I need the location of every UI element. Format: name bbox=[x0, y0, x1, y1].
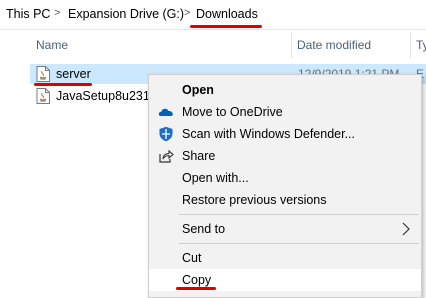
file-name: JavaSetup8u231 bbox=[56, 89, 150, 103]
menu-item-send-to[interactable]: Send to bbox=[149, 218, 421, 240]
menu-item-share[interactable]: Share bbox=[149, 145, 421, 167]
annotation-underline-copy bbox=[176, 287, 216, 290]
java-file-icon bbox=[36, 66, 50, 82]
column-header-date-modified[interactable]: Date modified bbox=[297, 38, 371, 52]
chevron-right-icon bbox=[402, 222, 410, 236]
menu-item-move-to-onedrive[interactable]: Move to OneDrive bbox=[149, 101, 421, 123]
menu-item-label: Open bbox=[182, 83, 214, 97]
menu-item-open-with[interactable]: Open with... bbox=[149, 167, 421, 189]
breadcrumb-downloads[interactable]: Downloads bbox=[196, 7, 258, 21]
onedrive-icon bbox=[158, 108, 173, 116]
menu-item-open[interactable]: Open bbox=[149, 79, 421, 101]
column-divider[interactable] bbox=[410, 32, 411, 58]
menu-item-label: Copy bbox=[182, 273, 212, 287]
annotation-underline-downloads bbox=[190, 25, 262, 28]
menu-separator bbox=[179, 214, 419, 215]
menu-item-label: Open with... bbox=[182, 171, 249, 185]
menu-item-label: Restore previous versions bbox=[182, 193, 327, 207]
java-file-icon bbox=[36, 88, 50, 104]
chevron-right-icon[interactable]: > bbox=[54, 7, 60, 19]
menu-item-label: Scan with Windows Defender... bbox=[182, 127, 355, 141]
menu-item-scan-windows-defender[interactable]: Scan with Windows Defender... bbox=[149, 123, 421, 145]
menu-item-label: Send to bbox=[182, 222, 226, 236]
menu-separator bbox=[179, 243, 419, 244]
context-menu: Open Move to OneDrive Scan with Windows … bbox=[148, 74, 422, 298]
column-header-type[interactable]: Ty bbox=[416, 38, 426, 52]
breadcrumb-expansion-drive[interactable]: Expansion Drive (G:) bbox=[68, 7, 184, 21]
column-header-name[interactable]: Name bbox=[36, 38, 68, 52]
menu-item-cut[interactable]: Cut bbox=[149, 247, 421, 269]
column-divider[interactable] bbox=[291, 32, 292, 58]
menu-item-label: Cut bbox=[182, 251, 202, 265]
menu-item-label: Move to OneDrive bbox=[182, 105, 283, 119]
windows-defender-icon bbox=[159, 126, 173, 142]
menu-item-restore-previous-versions[interactable]: Restore previous versions bbox=[149, 189, 421, 211]
share-icon bbox=[159, 149, 174, 163]
menu-item-label: Share bbox=[182, 149, 216, 163]
chevron-right-icon[interactable]: > bbox=[184, 7, 190, 19]
breadcrumb-this-pc[interactable]: This PC bbox=[6, 7, 50, 21]
file-name: server bbox=[56, 67, 91, 81]
